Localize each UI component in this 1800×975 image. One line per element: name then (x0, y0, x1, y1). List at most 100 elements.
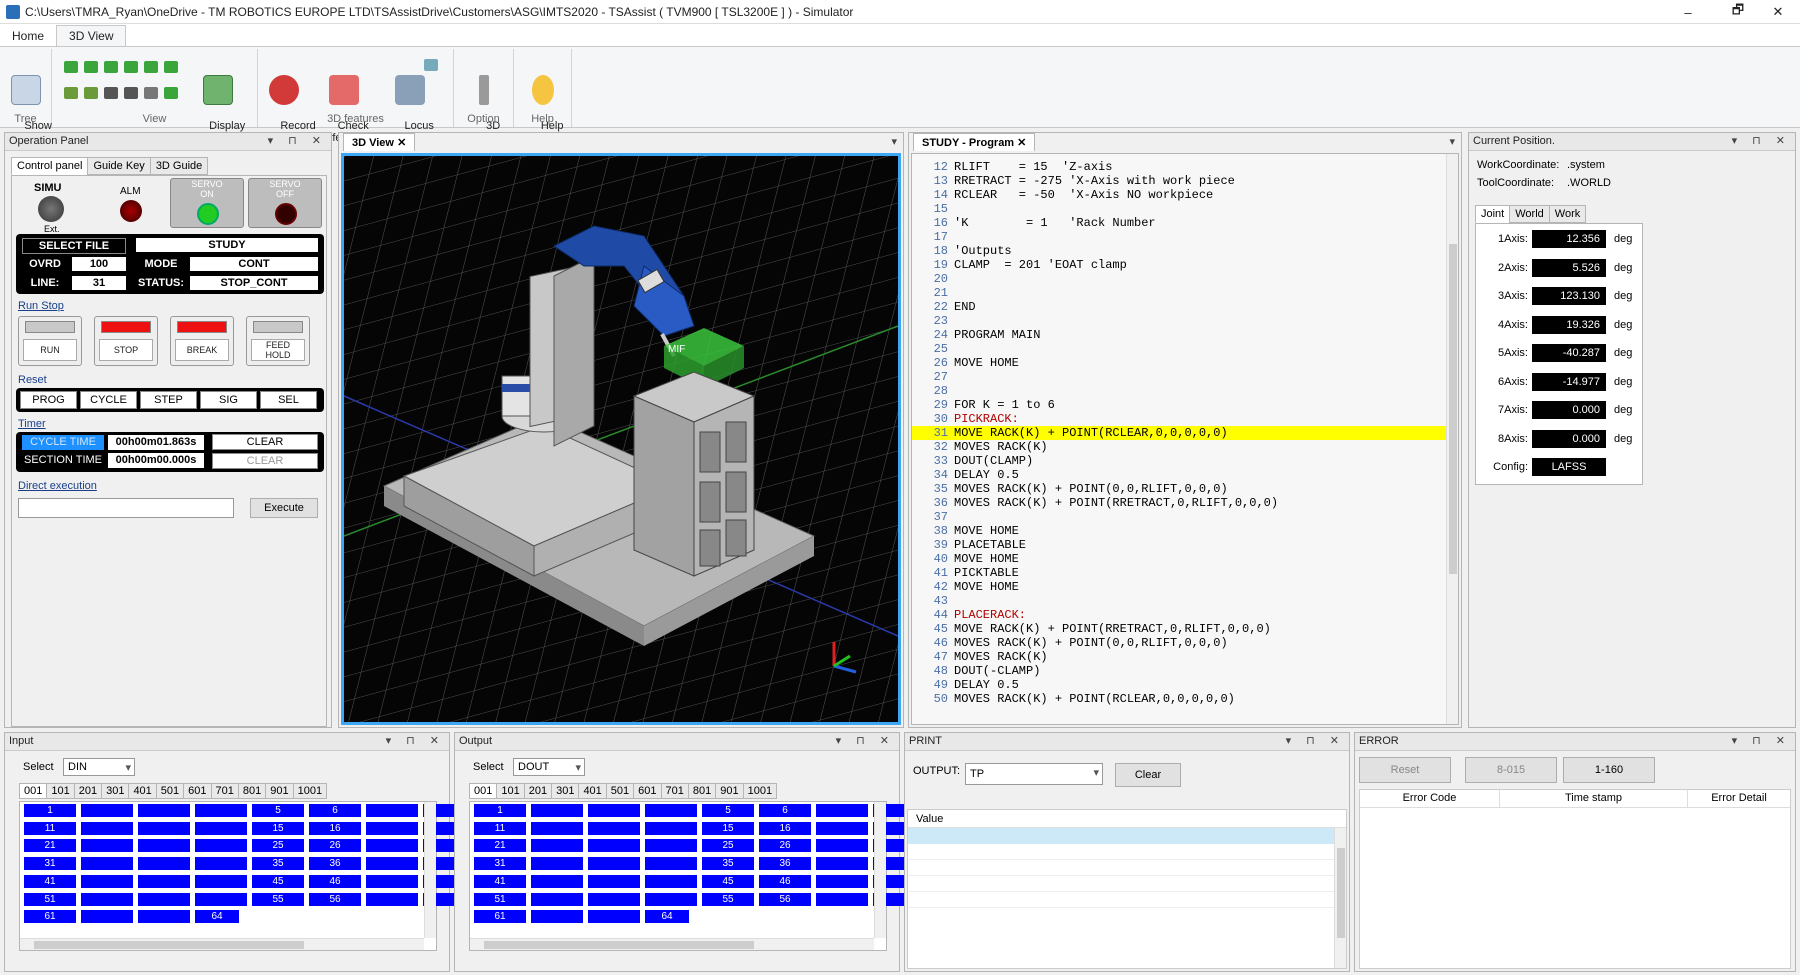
simu-switch-icon[interactable] (38, 196, 64, 222)
output-select[interactable]: DOUT (513, 758, 585, 776)
io-cell[interactable]: 41 (24, 874, 76, 888)
io-cell[interactable] (645, 839, 697, 853)
error-range-1-160[interactable]: 1-160 (1563, 757, 1655, 783)
io-cell[interactable] (645, 804, 697, 817)
io-cell[interactable] (645, 821, 697, 835)
code-line[interactable]: 42 MOVE HOME (912, 580, 1446, 594)
io-cell[interactable] (138, 804, 190, 817)
code-line[interactable]: 45 MOVE RACK(K) + POINT(RRETRACT,0,RLIFT,… (912, 622, 1446, 636)
code-line[interactable]: 15 (912, 202, 1446, 216)
input-h-scrollbar[interactable] (20, 938, 424, 950)
close-tab-icon[interactable]: ✕ (1017, 137, 1026, 149)
print-output-select[interactable]: TP (965, 763, 1103, 785)
tab-3d-guide[interactable]: 3D Guide (149, 157, 209, 175)
input-tab-1001[interactable]: 1001 (292, 783, 328, 799)
reset-cycle-button[interactable]: CYCLE (80, 391, 137, 409)
input-tab-201[interactable]: 201 (73, 783, 103, 799)
code-line[interactable]: 32 MOVES RACK(K) (912, 440, 1446, 454)
output-tab-1001[interactable]: 1001 (742, 783, 778, 799)
tab-control-panel[interactable]: Control panel (11, 157, 89, 175)
view-wire-icon[interactable] (104, 87, 118, 99)
io-cell[interactable] (138, 857, 190, 871)
error-range-8-015[interactable]: 8-015 (1465, 757, 1557, 783)
code-line[interactable]: 17 (912, 230, 1446, 244)
io-cell[interactable] (366, 821, 418, 835)
io-cell[interactable]: 36 (309, 857, 361, 871)
io-cell[interactable]: 41 (474, 874, 526, 888)
select-file-button[interactable]: SELECT FILE (22, 238, 126, 254)
print-row[interactable] (908, 876, 1346, 892)
code-line[interactable]: 19 CLAMP = 201 'EOAT clamp (912, 258, 1446, 272)
stop-button[interactable]: STOP (94, 316, 158, 366)
io-cell[interactable]: 55 (702, 892, 754, 906)
view-back-icon[interactable] (84, 61, 98, 73)
io-cell[interactable]: 56 (759, 892, 811, 906)
code-line[interactable]: 43 (912, 594, 1446, 608)
io-cell[interactable] (366, 839, 418, 853)
io-cell[interactable] (588, 874, 640, 888)
io-cell[interactable]: 5 (702, 804, 754, 817)
code-line[interactable]: 40 MOVE HOME (912, 552, 1446, 566)
reset-step-button[interactable]: STEP (140, 391, 197, 409)
output-tab-701[interactable]: 701 (660, 783, 689, 799)
input-v-scrollbar[interactable] (424, 802, 436, 938)
input-tab-401[interactable]: 401 (128, 783, 157, 799)
code-line[interactable]: 31 MOVE RACK(K) + POINT(RCLEAR,0,0,0,0,0) (912, 426, 1446, 440)
print-row[interactable] (908, 860, 1346, 876)
break-button[interactable]: BREAK (170, 316, 234, 366)
io-cell[interactable] (531, 821, 583, 835)
clear-section-time-button[interactable]: CLEAR (212, 453, 318, 469)
io-cell[interactable]: 21 (474, 839, 526, 853)
panel-controls-icon[interactable]: ▾ ⊓ ✕ (1732, 134, 1791, 147)
print-row[interactable] (908, 892, 1346, 908)
output-v-scrollbar[interactable] (874, 802, 886, 938)
io-cell[interactable] (816, 892, 868, 906)
io-cell[interactable]: 51 (474, 892, 526, 906)
io-cell[interactable] (366, 857, 418, 871)
io-cell[interactable] (81, 874, 133, 888)
restore-button[interactable]: 🗗 (1716, 0, 1760, 24)
io-cell[interactable] (588, 804, 640, 817)
io-cell[interactable] (81, 839, 133, 853)
view-shade-icon[interactable] (124, 87, 138, 99)
io-cell[interactable] (531, 892, 583, 906)
output-h-thumb[interactable] (484, 941, 754, 949)
direct-execution-input[interactable] (18, 498, 234, 518)
code-line[interactable]: 33 DOUT(CLAMP) (912, 454, 1446, 468)
io-cell[interactable] (366, 892, 418, 906)
code-line[interactable]: 30 PICKRACK: (912, 412, 1446, 426)
io-cell[interactable] (531, 839, 583, 853)
input-select[interactable]: DIN (63, 758, 135, 776)
code-line[interactable]: 41 PICKTABLE (912, 566, 1446, 580)
code-line[interactable]: 21 (912, 286, 1446, 300)
tab-3d-view[interactable]: 3D View (56, 25, 127, 46)
io-cell[interactable]: 35 (252, 857, 304, 871)
output-tab-901[interactable]: 901 (715, 783, 744, 799)
output-tab-501[interactable]: 501 (605, 783, 635, 799)
code-line[interactable]: 39 PLACETABLE (912, 538, 1446, 552)
input-tab-901[interactable]: 901 (265, 783, 294, 799)
io-cell[interactable]: 25 (702, 839, 754, 853)
code-line[interactable]: 24 PROGRAM MAIN (912, 328, 1446, 342)
tab-world[interactable]: World (1509, 205, 1550, 223)
view-solid-icon[interactable] (164, 87, 178, 99)
code-line[interactable]: 20 (912, 272, 1446, 286)
io-cell[interactable]: 61 (474, 910, 526, 924)
io-cell[interactable]: 5 (252, 804, 304, 817)
io-cell[interactable]: 11 (24, 821, 76, 835)
panel-controls-icon[interactable]: ▾ ⊓ ✕ (836, 734, 895, 747)
io-cell[interactable] (588, 839, 640, 853)
view-bottom-icon[interactable] (164, 61, 178, 73)
close-button[interactable]: ✕ (1756, 0, 1800, 24)
view-iso1-icon[interactable] (64, 87, 78, 99)
print-scrollbar[interactable] (1334, 828, 1346, 968)
input-tab-501[interactable]: 501 (155, 783, 185, 799)
view-box-icon[interactable] (144, 87, 158, 99)
io-cell[interactable] (588, 910, 640, 924)
code-line[interactable]: 22 END (912, 300, 1446, 314)
code-line[interactable]: 44 PLACERACK: (912, 608, 1446, 622)
output-h-scrollbar[interactable] (470, 938, 874, 950)
tab-guide-key[interactable]: Guide Key (87, 157, 151, 175)
io-cell[interactable] (195, 821, 247, 835)
io-cell[interactable]: 61 (24, 910, 76, 924)
